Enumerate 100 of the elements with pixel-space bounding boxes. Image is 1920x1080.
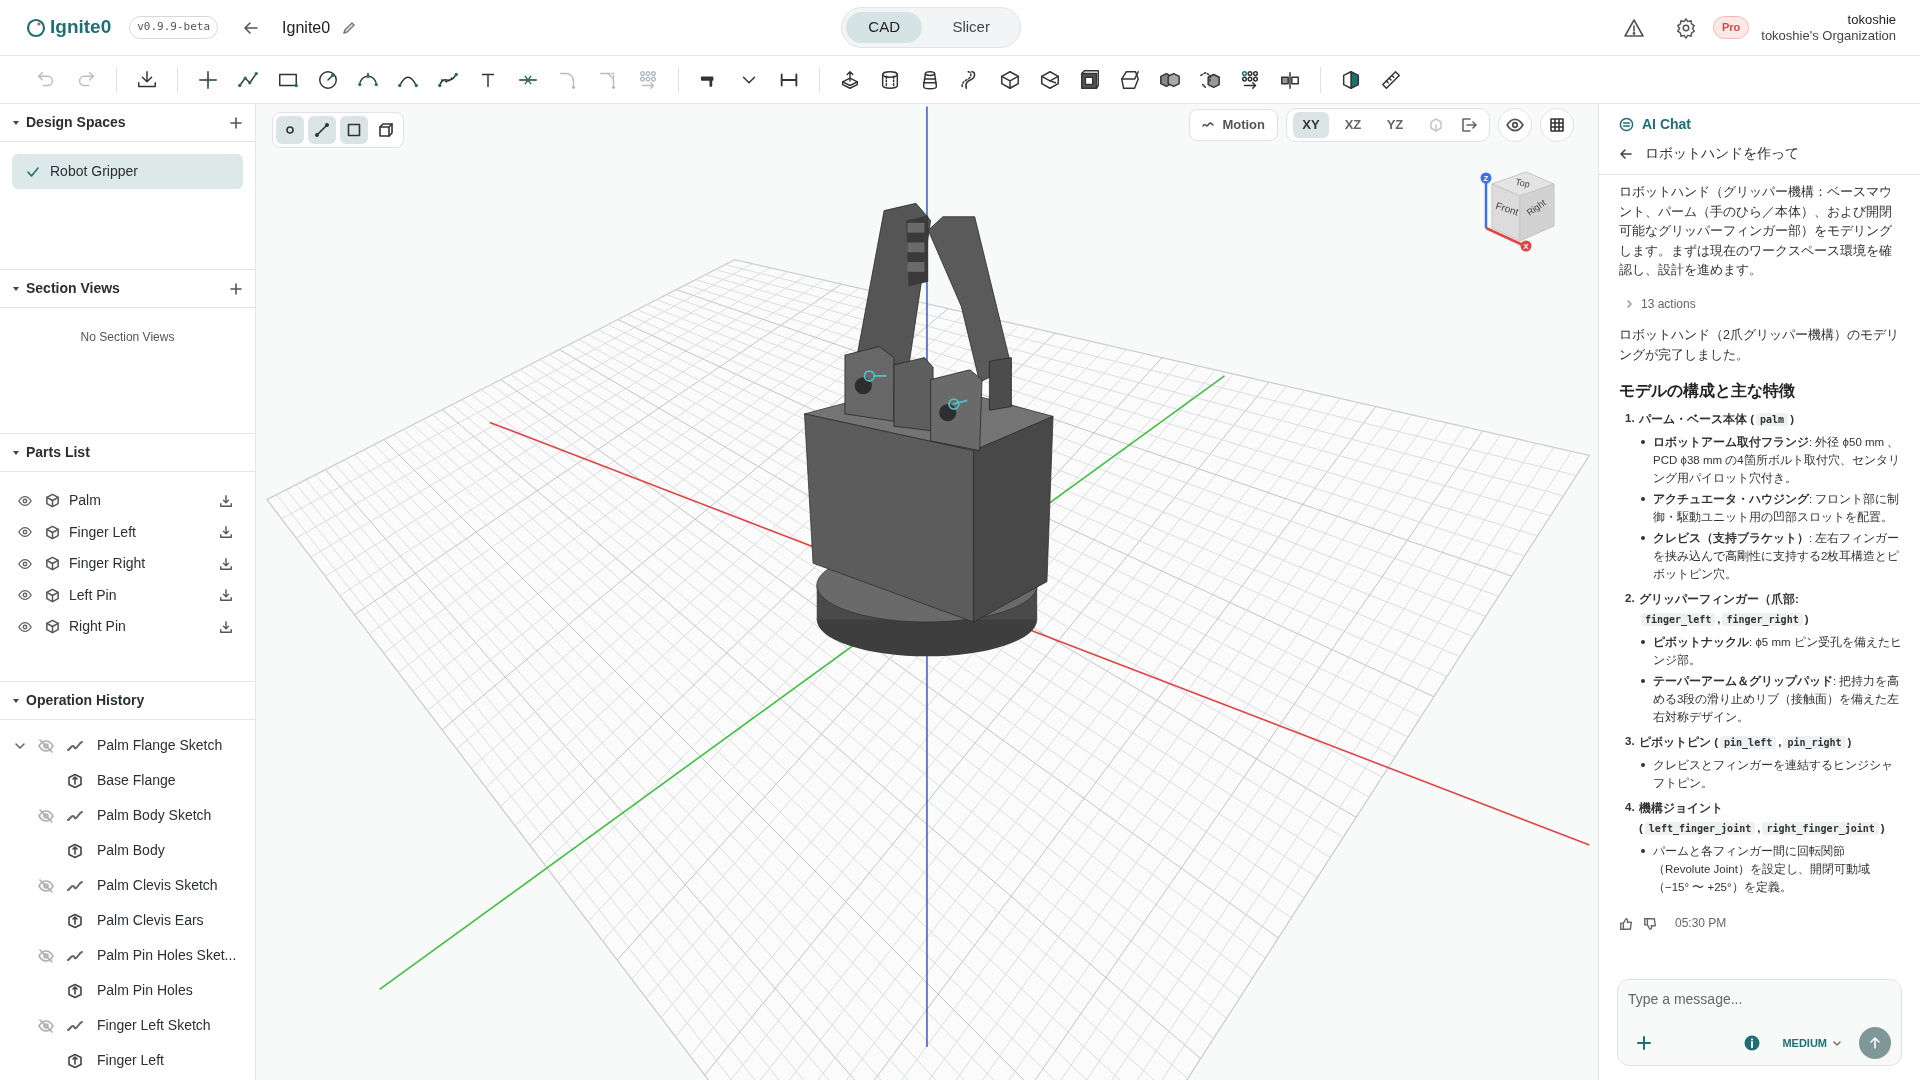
message-text: ロボットハンド（グリッパー機構：ベースマウント、パーム（手のひら／本体）、および開閉可能なグリッパーフィンガー部）をモデリングします。まずは現在のワークスペース環境を確認し、設計を進めます。 <box>1619 184 1893 279</box>
collapse-triangle-icon[interactable] <box>12 284 20 293</box>
list-number: 1. <box>1625 411 1636 426</box>
list-item-text: アクチュエータ・ハウジング: フロント部に制御・駆動ユニット用の凹部スロットを配置。 <box>1653 492 1901 525</box>
download-icon[interactable] <box>219 493 233 508</box>
list-item-text: パームと各フィンガー間に回転関節（Revolute Joint）を設定し、開閉可動域（−15° 〜 +25°）を定義。 <box>1653 844 1871 895</box>
eye-icon[interactable] <box>18 525 32 540</box>
extrude-icon <box>67 772 83 789</box>
part-name[interactable]: Finger Left <box>69 521 136 543</box>
message-input[interactable]: Type a message... MEDIUM <box>1617 979 1902 1066</box>
mode-tab[interactable]: CAD <box>846 12 923 43</box>
mode-tab[interactable]: Slicer <box>926 12 1017 43</box>
add-icon[interactable] <box>1636 1035 1652 1051</box>
edge-filter-button[interactable] <box>308 116 336 144</box>
thumbs-down-icon[interactable] <box>1643 916 1657 931</box>
settings-icon[interactable] <box>1674 16 1697 39</box>
extrude-icon[interactable] <box>839 68 861 91</box>
part-name[interactable]: Finger Right <box>69 553 146 575</box>
motion-button[interactable]: Motion <box>1189 109 1278 141</box>
cube-icon <box>45 619 60 635</box>
history-item[interactable]: Palm Pin Holes <box>97 980 193 1001</box>
eye-icon[interactable] <box>18 619 32 634</box>
panel-title: AI Chat <box>1642 114 1691 134</box>
cube-face-label[interactable]: Top <box>1514 176 1531 190</box>
send-button[interactable] <box>1859 1027 1891 1059</box>
cube-icon <box>45 587 60 603</box>
organization-name[interactable]: tokoshie's Organization <box>1761 27 1896 44</box>
history-item[interactable]: Palm Pin Holes Sket... <box>97 945 237 966</box>
project-name[interactable]: Ignite0 <box>282 15 331 40</box>
bullet-icon <box>1641 497 1645 501</box>
history-item[interactable]: Palm Body Sketch <box>97 805 212 826</box>
cylinder-icon[interactable] <box>879 68 901 91</box>
arrow-up-icon <box>1868 1036 1882 1050</box>
shaded-cube-icon[interactable] <box>1340 68 1362 91</box>
extrude-icon <box>67 1052 83 1069</box>
plane-tab[interactable]: YZ <box>1377 112 1413 138</box>
gripper-model-drawing[interactable] <box>804 202 1054 657</box>
effort-dropdown[interactable]: MEDIUM <box>1782 1034 1841 1052</box>
cube-icon <box>45 524 60 540</box>
pencil-icon[interactable] <box>342 20 357 35</box>
add-icon[interactable] <box>229 115 243 130</box>
face-filter-button[interactable] <box>340 116 368 144</box>
history-item[interactable]: Finger Left <box>97 1050 164 1071</box>
bullet-icon <box>1641 536 1645 540</box>
dots-arrow-icon[interactable] <box>1239 68 1261 91</box>
design-space-item[interactable]: Robot Gripper <box>12 154 243 189</box>
history-item[interactable]: Finger Left Sketch <box>97 1015 211 1036</box>
history-item[interactable]: Palm Flange Sketch <box>97 735 223 756</box>
exit-icon[interactable] <box>1459 116 1477 134</box>
ruler-icon[interactable] <box>1380 68 1402 91</box>
cube-icon[interactable] <box>999 68 1021 91</box>
plane-tab[interactable]: XY <box>1293 112 1329 138</box>
section-title[interactable]: Operation History <box>26 690 145 711</box>
history-item[interactable]: Palm Clevis Sketch <box>97 875 218 896</box>
plane-tab[interactable]: XZ <box>1335 112 1371 138</box>
history-item[interactable]: Palm Clevis Ears <box>97 910 204 931</box>
eye-icon[interactable] <box>18 588 32 603</box>
message-heading: モデルの構成と主な特徴 <box>1619 381 1796 402</box>
visibility-button[interactable] <box>1498 108 1532 142</box>
eye-icon[interactable] <box>18 493 32 508</box>
extrude-icon <box>67 912 83 929</box>
hollow-cube-icon[interactable] <box>1079 68 1101 91</box>
download-icon[interactable] <box>219 619 233 634</box>
collapse-triangle-icon[interactable] <box>12 696 20 705</box>
cube-icon <box>45 556 60 572</box>
section-title[interactable]: Section Views <box>26 278 120 299</box>
thumbs-up-icon[interactable] <box>1619 916 1633 931</box>
bullet-icon <box>1641 679 1645 683</box>
list-heading: 機構ジョイント ( left_finger_joint , right_finger_joint ) <box>1639 801 1886 837</box>
grid-toggle-button[interactable] <box>1540 108 1574 142</box>
collapse-triangle-icon[interactable] <box>12 118 20 127</box>
download-icon[interactable] <box>219 588 233 603</box>
cut-cube-icon[interactable] <box>1039 68 1061 91</box>
history-item[interactable]: Base Flange <box>97 770 176 791</box>
eye-icon <box>1506 116 1524 134</box>
section-title[interactable]: Parts List <box>26 442 90 463</box>
z-axis-line <box>1484 180 1488 228</box>
history-item[interactable]: Palm Body <box>97 840 165 861</box>
logo-icon[interactable] <box>26 17 46 38</box>
chevron-down-icon <box>1833 1039 1841 1047</box>
circle-icon[interactable] <box>317 68 339 91</box>
back-icon[interactable] <box>1619 147 1633 161</box>
add-icon[interactable] <box>229 281 243 296</box>
section-title[interactable]: Design Spaces <box>26 112 126 133</box>
warning-icon[interactable] <box>1622 16 1645 39</box>
list-item-text: クレビスとフィンガーを連結するヒンジシャフトピン。 <box>1653 758 1894 791</box>
point-filter-button[interactable] <box>276 116 304 144</box>
eye-icon[interactable] <box>18 556 32 571</box>
app-logo[interactable]: Ignite0 <box>50 13 112 42</box>
collapse-triangle-icon[interactable] <box>12 448 20 457</box>
download-icon[interactable] <box>219 525 233 540</box>
part-name[interactable]: Palm <box>69 490 101 512</box>
part-name[interactable]: Right Pin <box>69 616 126 638</box>
download-icon[interactable] <box>219 556 233 571</box>
actions-toggle[interactable]: 13 actions <box>1625 294 1902 314</box>
crosshair-point-icon[interactable] <box>197 68 219 91</box>
slanted-cube-icon[interactable] <box>1119 68 1141 91</box>
part-name[interactable]: Left Pin <box>69 584 117 606</box>
info-icon[interactable] <box>1744 1035 1761 1051</box>
user-name[interactable]: tokoshie <box>1847 11 1896 28</box>
